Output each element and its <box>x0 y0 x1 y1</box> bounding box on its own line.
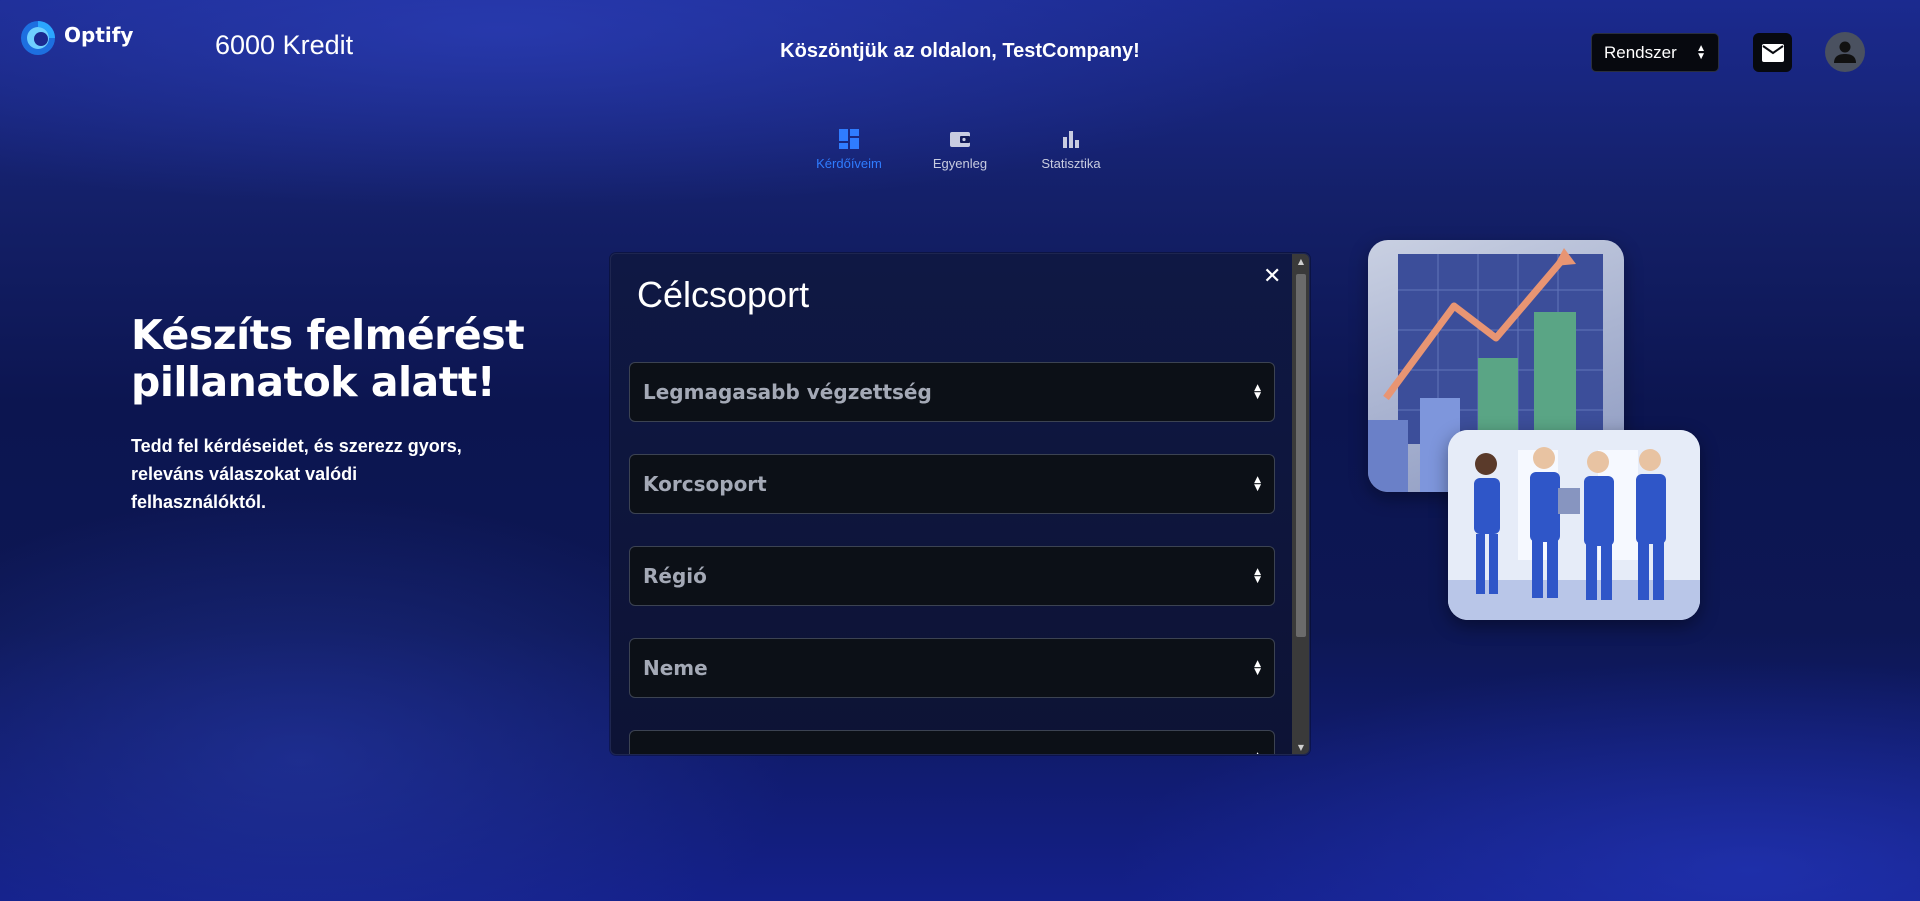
modal-scrollbar[interactable]: ▲ ▼ <box>1292 254 1309 754</box>
chevron-updown-icon: ▲▼ <box>1254 383 1261 401</box>
nav-item-balance[interactable]: Egyenleg <box>905 128 1016 171</box>
bar-chart-icon <box>1063 131 1079 148</box>
modal-body: Legmagasabb végzettség ▲ ▼ Korcsoport ▲ ▼ … <box>629 362 1275 755</box>
nav-item-label: Statisztika <box>1041 156 1101 171</box>
scroll-up-arrow-icon[interactable]: ▲ <box>1292 254 1309 270</box>
chevron-updown-icon: ▲▼ <box>1254 659 1261 677</box>
scroll-thumb[interactable] <box>1296 274 1306 637</box>
nav-item-surveys[interactable]: Kérdőíveim <box>794 128 905 171</box>
hero-subtitle: Tedd fel kérdéseidet, és szerezz gyors, … <box>131 436 462 512</box>
close-icon[interactable]: ✕ <box>1263 264 1281 289</box>
hero-title-line: Készíts felmérést <box>131 311 525 359</box>
field-label: Régió <box>643 564 707 588</box>
person-icon <box>1834 41 1856 63</box>
hero-title-line: pillanatok alatt! <box>131 358 496 406</box>
chevron-updown-icon: ▲▼ <box>1254 567 1261 585</box>
system-select-value: Rendszer <box>1604 42 1677 62</box>
dashboard-icon <box>839 129 859 149</box>
field-label: Neme <box>643 656 708 680</box>
next-field-select[interactable]: ▲▼ <box>629 730 1275 755</box>
chevron-updown-icon: ▲▼ <box>1254 475 1261 493</box>
region-select[interactable]: Régió ▲ ▼ <box>629 546 1275 606</box>
scroll-down-arrow-icon[interactable]: ▼ <box>1292 740 1309 754</box>
gender-select[interactable]: Neme ▲ ▼ <box>629 638 1275 698</box>
chevron-updown-icon: ▲▼ <box>1696 42 1706 62</box>
wallet-icon <box>950 132 970 147</box>
field-label: Korcsoport <box>643 472 767 496</box>
target-group-modal: Célcsoport ✕ Legmagasabb végzettség ▲ ▼ K… <box>610 253 1310 755</box>
mail-icon <box>1761 43 1784 62</box>
nav-item-statistics[interactable]: Statisztika <box>1016 128 1127 171</box>
nav-item-label: Egyenleg <box>932 156 988 171</box>
business-team-illustration <box>1448 430 1700 620</box>
nav-item-label: Kérdőíveim <box>816 156 882 171</box>
chevron-updown-icon: ▲▼ <box>1254 752 1261 755</box>
system-select[interactable]: Rendszer ▲ ▼ <box>1591 33 1719 72</box>
hero-title: Készíts felmérést pillanatok alatt! <box>131 311 525 406</box>
main-nav: Kérdőíveim Egyenleg Statisztika <box>0 128 1920 171</box>
modal-title: Célcsoport <box>637 274 810 315</box>
field-label: Legmagasabb végzettség <box>643 380 932 404</box>
age-group-select[interactable]: Korcsoport ▲ ▼ <box>629 454 1275 514</box>
user-avatar-button[interactable] <box>1825 32 1865 72</box>
education-select[interactable]: Legmagasabb végzettség ▲ ▼ <box>629 362 1275 422</box>
mail-button[interactable] <box>1753 33 1792 72</box>
